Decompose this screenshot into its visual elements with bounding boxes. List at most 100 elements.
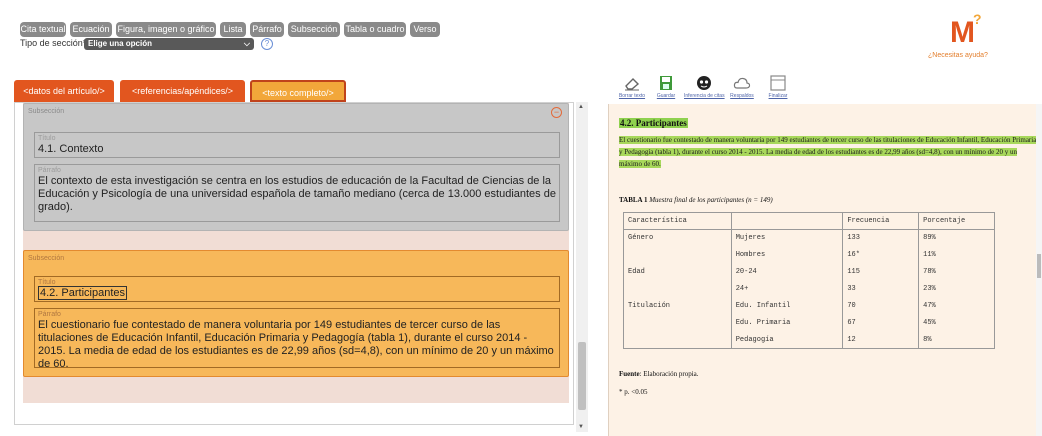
table-cell (623, 331, 732, 349)
table-label: TABLA 1 (619, 196, 648, 204)
preview-paragraph: El cuestionario fue contestado de manera… (619, 134, 1038, 170)
table-cell: 45% (918, 314, 995, 332)
tab-datos-articulo[interactable]: <datos del artículo/> (14, 80, 114, 102)
table-row: Edu. Primaria 67 45% (623, 314, 995, 332)
tab-texto-completo[interactable]: <texto completo/> (250, 80, 346, 102)
titulo-value-wrap: 4.2. Participantes (38, 286, 556, 300)
verso-button[interactable]: Verso (410, 22, 440, 37)
scroll-up-icon[interactable]: ▲ (578, 104, 584, 110)
table-cell: Pedagogía (730, 331, 844, 349)
finalizar-button[interactable]: Finalizar (758, 74, 798, 99)
fuente-label: Fuente (619, 370, 640, 378)
table-cell: 11% (918, 246, 995, 264)
table-cell: 115 (842, 263, 920, 281)
table-cell: Titulación (623, 297, 732, 315)
titulo-value: 4.1. Contexto (38, 143, 104, 155)
table-cell: 20-24 (730, 263, 844, 281)
ecuacion-button[interactable]: Ecuación (70, 22, 112, 37)
subseccion-button[interactable]: Subsección (288, 22, 340, 37)
header-cell: Porcentaje (918, 212, 995, 230)
table-cell: Edu. Primaria (730, 314, 844, 332)
document-preview: 4.2. Participantes El cuestionario fue c… (608, 104, 1038, 436)
participants-table: Característica Frecuencia Porcentaje Gén… (623, 212, 995, 349)
parrafo-field[interactable]: Párrafo El contexto de esta investigació… (34, 164, 560, 222)
editor-panel: Subsección − Título 4.1. Contexto Párraf… (14, 102, 574, 425)
parrafo-field[interactable]: Párrafo El cuestionario fue contestado d… (34, 308, 560, 370)
titulo-field[interactable]: Título 4.2. Participantes (34, 276, 560, 302)
subsection-card-active: Subsección Título 4.2. Participantes Pár… (23, 250, 569, 377)
inferencia-citas-label: Inferencia de citas (684, 93, 725, 99)
titulo-label: Título (38, 135, 56, 142)
save-icon (660, 76, 672, 90)
respaldos-label: Respaldos (730, 93, 754, 99)
tabla-button[interactable]: Tabla o cuadro (344, 22, 406, 37)
preview-scroll-thumb[interactable] (1037, 254, 1041, 278)
card-label: Subsección (28, 255, 65, 262)
finalizar-label: Finalizar (768, 93, 788, 99)
parrafo-value: El cuestionario fue contestado de manera… (38, 319, 554, 370)
table-cell: Mujeres (730, 229, 844, 247)
logo: M ? (950, 11, 982, 48)
chevron-down-icon: ⌵ (243, 39, 250, 48)
scroll-down-icon[interactable]: ▼ (578, 424, 584, 430)
table-row: Hombres 16* 11% (623, 246, 995, 264)
table-cell: Edu. Infantil (730, 297, 844, 315)
table-cell: Hombres (730, 246, 844, 264)
guardar-button[interactable]: Guardar (646, 74, 686, 99)
header-cell: Característica (623, 212, 732, 230)
table-cell: 8% (918, 331, 995, 349)
table-cell (623, 246, 732, 264)
table-cell: 67 (842, 314, 920, 332)
section-type-select[interactable]: Elige una opción ⌵ (84, 38, 254, 50)
preview-heading: 4.2. Participantes (619, 118, 688, 128)
table-cell: 70 (842, 297, 920, 315)
help-link[interactable]: ¿Necesitas ayuda? (928, 52, 988, 59)
table-cell: Género (623, 229, 732, 247)
editor-content: Subsección − Título 4.1. Contexto Párraf… (23, 103, 569, 403)
finish-icon (770, 75, 786, 91)
fuente-text: : Elaboración propia. (639, 370, 699, 378)
logo-superscript: ? (973, 11, 982, 27)
cita-textual-button[interactable]: Cita textual (20, 22, 66, 37)
figura-button[interactable]: Figura, imagen o gráfico (116, 22, 216, 37)
titulo-field[interactable]: Título 4.1. Contexto (34, 132, 560, 158)
cloud-icon (733, 77, 751, 89)
parrafo-button[interactable]: Párrafo (250, 22, 284, 37)
significance-note: * p. <0.05 (619, 388, 648, 396)
scroll-thumb[interactable] (578, 342, 586, 410)
editor-scrollbar[interactable]: ▲ ▼ (576, 102, 588, 432)
table-header-row: Característica Frecuencia Porcentaje (623, 212, 995, 230)
section-type-value: Elige una opción (88, 39, 153, 48)
table-cell: 24+ (730, 280, 844, 298)
titulo-input[interactable]: 4.2. Participantes (38, 286, 127, 300)
lista-button[interactable]: Lista (220, 22, 246, 37)
parrafo-value: El contexto de esta investigación se cen… (38, 175, 556, 213)
table-cell: 33 (842, 280, 920, 298)
tab-referencias[interactable]: <referencias/apéndices/> (120, 80, 245, 102)
parrafo-label: Párrafo (38, 167, 61, 174)
table-row: Pedagogía 12 8% (623, 331, 995, 349)
table-cell: 78% (918, 263, 995, 281)
table-row: 24+ 33 23% (623, 280, 995, 298)
respaldos-button[interactable]: Respaldos (722, 74, 762, 99)
table-row: Edad 20-24 115 78% (623, 263, 995, 281)
table-cell: 89% (918, 229, 995, 247)
help-icon[interactable]: ? (261, 38, 273, 50)
subsection-card: Subsección − Título 4.1. Contexto Párraf… (23, 103, 569, 231)
logo-letter: M (950, 16, 975, 48)
inferencia-citas-button[interactable]: Inferencia de citas (684, 74, 725, 99)
titulo-label: Título (38, 279, 56, 286)
table-cell (623, 314, 732, 332)
header-cell: Frecuencia (842, 212, 920, 230)
table-title: TABLA 1 Muestra final de los participant… (619, 196, 773, 204)
citation-icon (697, 76, 711, 90)
table-cell: 47% (918, 297, 995, 315)
remove-icon[interactable]: − (551, 107, 562, 118)
table-cell: 23% (918, 280, 995, 298)
header-cell (730, 212, 844, 230)
table-source: Fuente: Elaboración propia. (619, 370, 699, 378)
preview-scrollbar[interactable] (1036, 104, 1042, 436)
table-row: Género Mujeres 133 89% (623, 229, 995, 247)
table-caption: Muestra final de los participantes (n = … (649, 196, 773, 204)
section-type-label: Tipo de sección*: (20, 38, 89, 48)
